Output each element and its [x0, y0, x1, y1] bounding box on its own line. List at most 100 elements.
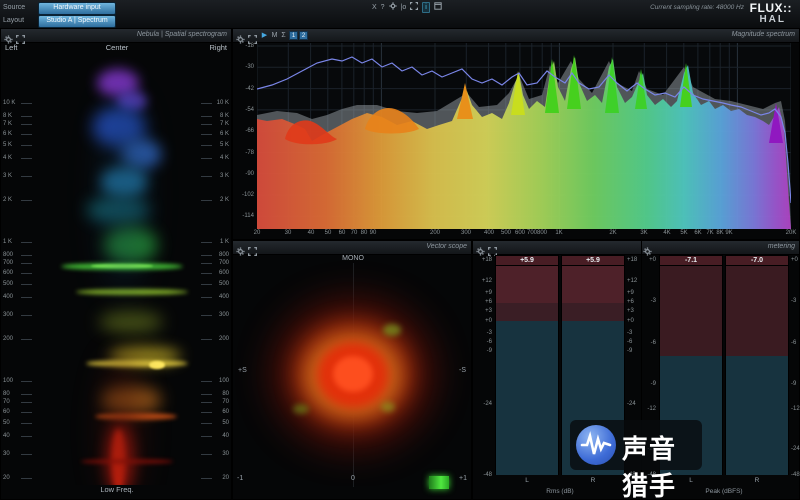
- vector-scope-blob: [333, 356, 373, 392]
- layout-select-button[interactable]: Studio A | Spectrum: [38, 15, 116, 28]
- meter-scale-label: +0: [791, 257, 798, 263]
- meter-scale-label: +0: [649, 257, 656, 263]
- meter-scale-label: +18: [627, 257, 638, 263]
- tick-mark: [21, 436, 32, 437]
- gear-icon[interactable]: [4, 31, 13, 44]
- peak-hold-icon[interactable]: M: [270, 31, 279, 40]
- sum-icon[interactable]: Σ: [279, 31, 288, 40]
- spectrum-freq-label: 200: [429, 230, 440, 236]
- window-icon[interactable]: [434, 2, 442, 13]
- spectrum-freq-label: 20: [253, 230, 261, 236]
- spectrum-db-label: -54: [245, 107, 254, 113]
- meter-scale-label: -3: [650, 298, 656, 304]
- nebula-freq-label: 200: [218, 336, 229, 342]
- source-select-button[interactable]: Hardware input: [38, 2, 116, 15]
- meter-scale-label: -3: [486, 330, 492, 336]
- nebula-freq-label: 4 K: [3, 155, 13, 161]
- nebula-freq-label: 50: [3, 420, 10, 426]
- nebula-freq-label: 7 K: [219, 121, 229, 127]
- nebula-freq-label: 300: [3, 312, 14, 318]
- tick-mark: [201, 116, 212, 117]
- vector-header: Vector scope: [233, 241, 471, 256]
- window-controls: X ? |o i: [372, 2, 442, 13]
- spectrum-freq-label: 1K: [555, 230, 563, 236]
- meter-scale-label: -9: [650, 381, 656, 387]
- tick-mark: [201, 423, 212, 424]
- nebula-freq-label: 200: [3, 336, 14, 342]
- meter-scale-label: +0: [627, 318, 634, 324]
- tick-mark: [21, 339, 32, 340]
- play-icon[interactable]: ▶: [260, 31, 269, 40]
- nebula-blob: [101, 95, 145, 295]
- help-icon[interactable]: ?: [381, 3, 385, 12]
- meter-scale-label: -12: [791, 406, 800, 412]
- tick-mark: [201, 478, 212, 479]
- expand-icon[interactable]: [488, 243, 497, 256]
- gear-icon[interactable]: [476, 243, 485, 256]
- channel-2-button[interactable]: 2: [299, 31, 308, 40]
- nebula-freq-label: 1 K: [3, 239, 13, 245]
- meter-scale-label: -12: [647, 406, 656, 412]
- nebula-bottom-label: Low Freq.: [100, 485, 134, 494]
- spectrum-freq-label: 2K: [609, 230, 617, 236]
- rms-footer-label: Rms (dB): [546, 488, 574, 495]
- tick-mark: [21, 242, 32, 243]
- peak-meter-bar-right: [725, 266, 789, 475]
- spectrum-freq-label: 9K: [725, 230, 733, 236]
- nebula-freq-label: 100: [218, 378, 229, 384]
- fullscreen-icon[interactable]: [410, 2, 419, 13]
- gear-icon[interactable]: [236, 243, 245, 256]
- spectrum-db-label: -78: [245, 150, 254, 156]
- peak-right-value: -7.0: [725, 255, 789, 266]
- tick-mark: [21, 381, 32, 382]
- tick-mark: [21, 297, 32, 298]
- nebula-freq-label: 400: [3, 294, 14, 300]
- tick-mark: [21, 394, 32, 395]
- spectrum-freq-label: 400: [483, 230, 494, 236]
- nebula-freq-label: 4 K: [219, 155, 229, 161]
- nebula-freq-label: 70: [3, 399, 10, 405]
- expand-icon[interactable]: [248, 31, 257, 44]
- nebula-blob: [76, 289, 188, 295]
- tick-mark: [21, 423, 32, 424]
- nebula-freq-label: 600: [3, 270, 14, 276]
- meter-scale-label: -24: [483, 401, 492, 407]
- spectrum-freq-label: 4K: [663, 230, 671, 236]
- info-icon[interactable]: i: [422, 2, 430, 13]
- tick-mark: [201, 454, 212, 455]
- meter-scale-label: +0: [485, 318, 492, 324]
- nebula-freq-label: 50: [222, 420, 229, 426]
- meter-scale-label: -9: [791, 381, 797, 387]
- meter-scale-label: +18: [481, 257, 492, 263]
- vector-scope-visualization[interactable]: [233, 254, 473, 486]
- nebula-freq-label: 500: [218, 281, 229, 287]
- spectrum-plot[interactable]: [257, 43, 791, 229]
- nebula-freq-label: 40: [3, 433, 10, 439]
- nebula-blob: [101, 355, 141, 485]
- nebula-freq-label: 60: [222, 409, 229, 415]
- nebula-freq-label: 8 K: [219, 113, 229, 119]
- gear-icon[interactable]: [643, 243, 652, 256]
- settings-gear-icon[interactable]: [388, 2, 397, 13]
- meter-scale-label: -6: [650, 340, 656, 346]
- nebula-freq-label: 800: [3, 252, 14, 258]
- correlation-indicator: [429, 476, 449, 489]
- meter-icon[interactable]: |o: [401, 3, 407, 12]
- rms-channel-left-label: L: [525, 477, 529, 484]
- meter-scale-label: +6: [485, 299, 492, 305]
- expand-icon[interactable]: [16, 31, 25, 44]
- tick-mark: [201, 394, 212, 395]
- spectrum-db-label: -42: [245, 86, 254, 92]
- close-icon[interactable]: X: [372, 3, 377, 12]
- tick-mark: [21, 103, 32, 104]
- gear-icon[interactable]: [236, 31, 245, 44]
- expand-icon[interactable]: [248, 243, 257, 256]
- nebula-header: Nebula | Spatial spectrogram: [1, 29, 231, 44]
- side-minus-label: -S: [459, 367, 466, 374]
- nebula-freq-label: 400: [218, 294, 229, 300]
- nebula-freq-label: 700: [3, 260, 14, 266]
- nebula-freq-label: 500: [3, 281, 14, 287]
- nebula-spectrogram-visualization[interactable]: [1, 55, 233, 485]
- channel-1-button[interactable]: 1: [289, 31, 298, 40]
- tick-mark: [21, 263, 32, 264]
